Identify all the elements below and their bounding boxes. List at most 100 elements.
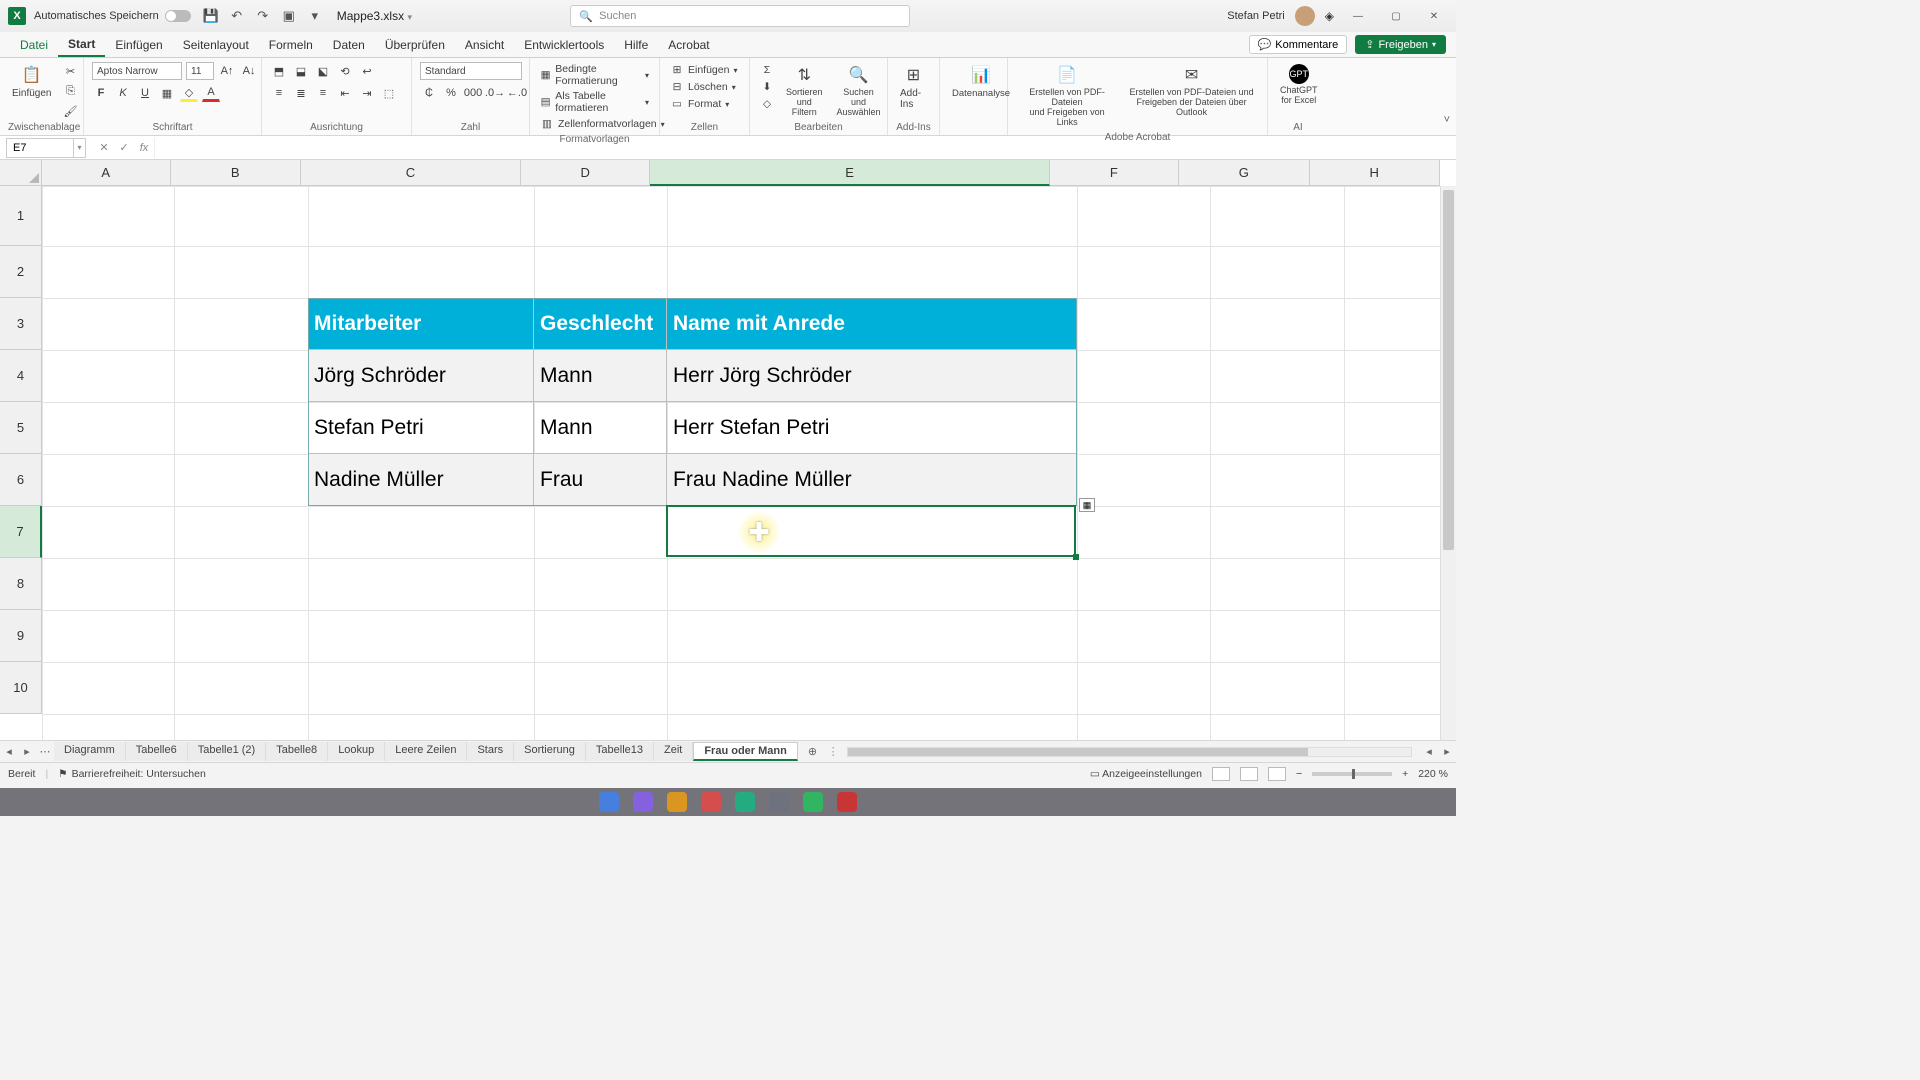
tab-layout[interactable]: Seitenlayout — [173, 32, 259, 57]
enter-formula-icon[interactable]: ✓ — [114, 141, 134, 154]
tab-file[interactable]: Datei — [10, 32, 58, 57]
close-button[interactable]: ✕ — [1420, 6, 1448, 26]
format-painter-icon[interactable]: 🖌 — [61, 102, 79, 120]
taskbar-icon[interactable] — [803, 792, 823, 812]
name-box[interactable]: E7 — [6, 138, 74, 158]
conditional-formatting-button[interactable]: ▦Bedingte Formatierung▾ — [538, 62, 651, 88]
font-size-combo[interactable]: 11 — [186, 62, 214, 80]
zoom-out-icon[interactable]: − — [1296, 768, 1302, 780]
filename[interactable]: Mappe3.xlsx ▾ — [337, 9, 412, 23]
border-button[interactable]: ▦ — [158, 84, 176, 102]
normal-view-icon[interactable] — [1212, 767, 1230, 781]
align-right-icon[interactable]: ≡ — [314, 84, 332, 102]
tab-start[interactable]: Start — [58, 32, 105, 57]
taskbar-icon[interactable] — [701, 792, 721, 812]
align-left-icon[interactable]: ≡ — [270, 84, 288, 102]
sheet-tab[interactable]: Tabelle6 — [126, 742, 188, 761]
bold-button[interactable]: F — [92, 84, 110, 102]
currency-icon[interactable]: ₵ — [420, 84, 438, 102]
autosum-button[interactable]: Σ — [758, 62, 776, 78]
find-select-button[interactable]: 🔍Suchen und Auswählen — [833, 62, 885, 120]
row-header-6[interactable]: 6 — [0, 454, 42, 506]
sheet-tab[interactable]: Frau oder Mann — [693, 742, 798, 761]
row-header-1[interactable]: 1 — [0, 186, 42, 246]
number-format-combo[interactable]: Standard — [420, 62, 522, 80]
delete-cells-button[interactable]: ⊟Löschen▾ — [668, 79, 738, 95]
cell[interactable]: Name mit Anrede — [667, 298, 1077, 350]
cell[interactable]: Frau Nadine Müller — [667, 454, 1077, 506]
toggle-off-icon[interactable] — [165, 10, 191, 22]
fill-button[interactable]: ⬇ — [758, 79, 776, 95]
name-box-dropdown[interactable]: ▾ — [74, 138, 86, 158]
align-bottom-icon[interactable]: ⬕ — [314, 62, 332, 80]
cell[interactable]: Stefan Petri — [308, 402, 534, 454]
tab-review[interactable]: Überprüfen — [375, 32, 455, 57]
select-all-corner[interactable] — [0, 160, 42, 186]
tab-view[interactable]: Ansicht — [455, 32, 514, 57]
comma-icon[interactable]: 000 — [464, 84, 482, 102]
wrap-text-icon[interactable]: ↩ — [358, 62, 376, 80]
pdf-share-link-button[interactable]: 📄Erstellen von PDF-Dateienund Freigeben … — [1016, 62, 1118, 130]
underline-button[interactable]: U — [136, 84, 154, 102]
cut-icon[interactable]: ✂ — [61, 62, 79, 80]
save-icon[interactable]: 💾 — [203, 8, 219, 24]
cell[interactable]: Herr Stefan Petri — [667, 402, 1077, 454]
username-label[interactable]: Stefan Petri — [1227, 10, 1284, 22]
sheet-tab[interactable]: Diagramm — [54, 742, 126, 761]
vertical-scrollbar[interactable] — [1440, 186, 1456, 740]
cell[interactable]: Nadine Müller — [308, 454, 534, 506]
collapse-ribbon-icon[interactable]: ˅ — [1444, 114, 1450, 126]
sheet-tab[interactable]: Tabelle13 — [586, 742, 654, 761]
redo-icon[interactable]: ↷ — [255, 8, 271, 24]
font-name-combo[interactable]: Aptos Narrow — [92, 62, 182, 80]
indent-inc-icon[interactable]: ⇥ — [358, 84, 376, 102]
cell[interactable]: Frau — [534, 454, 667, 506]
share-button[interactable]: ⇪Freigeben▾ — [1355, 35, 1446, 54]
tab-acrobat[interactable]: Acrobat — [658, 32, 719, 57]
orientation-icon[interactable]: ⟲ — [336, 62, 354, 80]
cell-styles-button[interactable]: ▥Zellenformatvorlagen▾ — [538, 116, 667, 132]
italic-button[interactable]: K — [114, 84, 132, 102]
column-header-F[interactable]: F — [1050, 160, 1179, 186]
fill-color-button[interactable]: ◇ — [180, 84, 198, 102]
fx-icon[interactable]: fx — [134, 142, 154, 154]
percent-icon[interactable]: % — [442, 84, 460, 102]
sheet-tab[interactable]: Lookup — [328, 742, 385, 761]
cell[interactable]: Mann — [534, 350, 667, 402]
diamond-icon[interactable]: ◈ — [1325, 9, 1334, 23]
dropdown-icon[interactable]: ▾ — [307, 8, 323, 24]
zoom-level[interactable]: 220 % — [1418, 768, 1448, 780]
scroll-right-icon[interactable]: ▸ — [1438, 745, 1456, 758]
sheet-nav-more[interactable]: ⋯ — [36, 745, 54, 758]
taskbar-icon[interactable] — [633, 792, 653, 812]
column-header-H[interactable]: H — [1310, 160, 1440, 186]
autofill-options-button[interactable]: ▦ — [1079, 498, 1095, 512]
row-header-10[interactable]: 10 — [0, 662, 42, 714]
format-cells-button[interactable]: ▭Format▾ — [668, 96, 731, 112]
page-break-view-icon[interactable] — [1268, 767, 1286, 781]
minimize-button[interactable]: — — [1344, 6, 1372, 26]
row-header-3[interactable]: 3 — [0, 298, 42, 350]
sheet-tab[interactable]: Tabelle1 (2) — [188, 742, 266, 761]
add-sheet-button[interactable]: ⊕ — [798, 745, 827, 758]
column-header-D[interactable]: D — [521, 160, 650, 186]
align-top-icon[interactable]: ⬒ — [270, 62, 288, 80]
tab-help[interactable]: Hilfe — [614, 32, 658, 57]
addins-button[interactable]: ⊞Add-Ins — [896, 62, 931, 112]
sheet-tab[interactable]: Tabelle8 — [266, 742, 328, 761]
sheet-nav-next[interactable]: ▸ — [18, 745, 36, 758]
camera-icon[interactable]: ▣ — [281, 8, 297, 24]
row-header-4[interactable]: 4 — [0, 350, 42, 402]
clear-button[interactable]: ◇ — [758, 96, 776, 112]
horizontal-scrollbar[interactable] — [847, 747, 1412, 757]
taskbar-icon[interactable] — [837, 792, 857, 812]
copy-icon[interactable]: ⎘ — [61, 82, 79, 100]
row-header-5[interactable]: 5 — [0, 402, 42, 454]
column-header-E[interactable]: E — [650, 160, 1049, 186]
formula-input[interactable] — [154, 138, 1456, 158]
tab-data[interactable]: Daten — [323, 32, 375, 57]
merge-icon[interactable]: ⬚ — [380, 84, 398, 102]
taskbar-icon[interactable] — [735, 792, 755, 812]
data-analysis-button[interactable]: 📊Datenanalyse — [948, 62, 1014, 101]
format-as-table-button[interactable]: ▤Als Tabelle formatieren▾ — [538, 89, 651, 115]
